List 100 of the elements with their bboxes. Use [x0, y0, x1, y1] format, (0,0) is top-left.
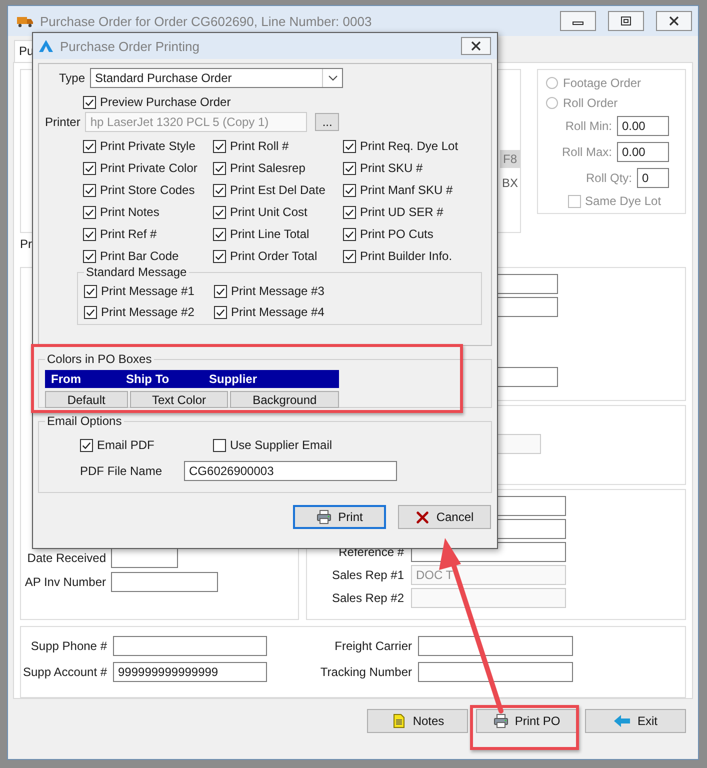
checkbox[interactable] — [343, 184, 356, 196]
field-label: Freight Carrier — [334, 639, 412, 654]
checkbox[interactable] — [84, 284, 97, 298]
color-button[interactable]: Default — [45, 391, 128, 408]
notes-button[interactable]: Notes — [367, 709, 468, 733]
checkbox[interactable] — [83, 250, 96, 262]
hotkey-label: F8 — [500, 150, 520, 168]
checkbox[interactable] — [343, 140, 356, 152]
window-title: Purchase Order for Order CG602690, Line Number: 0003 — [40, 14, 373, 28]
preview-label: From — [50, 372, 82, 386]
checkbox-label: Print PO Cuts — [360, 227, 434, 241]
print-button[interactable]: Print PO — [476, 709, 577, 733]
field-label: Type — [59, 71, 86, 85]
checkbox-label: Print UD SER # — [360, 205, 444, 219]
field-label: Sales Rep #1 — [330, 568, 404, 582]
input-field[interactable]: 999999999999999 — [113, 662, 267, 682]
checkbox[interactable] — [83, 140, 96, 152]
checkbox-label: Print Message #1 — [101, 284, 194, 298]
close-button[interactable] — [656, 11, 692, 31]
close-icon — [668, 16, 680, 26]
checkbox[interactable] — [213, 206, 226, 218]
triangle-logo-icon — [38, 39, 54, 53]
input-field[interactable] — [111, 548, 178, 568]
chevron-icon — [328, 75, 338, 81]
checkbox-label: Print Message #2 — [101, 305, 194, 319]
truck-icon — [16, 14, 34, 28]
checkbox[interactable] — [83, 96, 96, 108]
field-label: AP Inv Number — [24, 575, 106, 590]
browse-button[interactable]: ... — [315, 113, 340, 131]
checkbox[interactable] — [343, 162, 356, 174]
color-button[interactable]: Background — [230, 391, 339, 408]
radio-label: Footage Order — [563, 76, 642, 90]
checkbox-label: Print Line Total — [230, 227, 310, 241]
checkbox[interactable] — [83, 228, 96, 240]
checkbox-label: Print Message #3 — [231, 284, 324, 298]
checkbox[interactable] — [343, 228, 356, 240]
checkbox-label: Same Dye Lot — [585, 194, 662, 208]
checkbox[interactable] — [213, 184, 226, 196]
dialog-title: Purchase Order Printing — [60, 38, 200, 54]
unit-label: BX — [502, 176, 518, 190]
checkbox[interactable] — [213, 250, 226, 262]
checkbox[interactable] — [83, 162, 96, 174]
input-field[interactable] — [111, 572, 218, 592]
close-button[interactable] — [461, 37, 491, 55]
color-button[interactable]: Text Color — [130, 391, 228, 408]
field-label: Supp Phone # — [30, 639, 107, 654]
checkbox-label: Print Roll # — [230, 139, 289, 153]
checkbox-label: Print Builder Info. — [360, 249, 452, 263]
input-field[interactable] — [418, 662, 573, 682]
group-title: Email Options — [45, 414, 124, 428]
field-label: PDF File Name — [80, 464, 162, 478]
checkbox-label: Print Est Del Date — [230, 183, 326, 197]
checkbox[interactable] — [213, 228, 226, 240]
input-field[interactable] — [113, 636, 267, 656]
checkbox[interactable] — [83, 184, 96, 196]
printer-icon — [316, 509, 332, 525]
maximize-button[interactable] — [608, 11, 644, 31]
preview-label: Supplier — [208, 372, 258, 386]
printer-icon — [492, 713, 509, 729]
checkbox-label: Print Message #4 — [231, 305, 324, 319]
group-title: Standard Message — [84, 265, 189, 279]
field-label: Sales Rep #2 — [330, 591, 404, 606]
checkbox[interactable] — [214, 306, 227, 318]
checkbox[interactable] — [213, 140, 226, 152]
type-dropdown[interactable]: Standard Purchase Order — [90, 68, 344, 88]
checkbox-label: Print Bar Code — [100, 249, 179, 263]
checkbox-label: Print Salesrep — [230, 161, 306, 175]
field-label: Date Received — [26, 551, 106, 566]
left-arrow-icon — [613, 713, 632, 729]
checkbox[interactable] — [343, 250, 356, 262]
checkbox-label: Print Store Codes — [100, 183, 195, 197]
checkbox[interactable] — [80, 438, 93, 452]
checkbox-label: Email PDF — [97, 438, 154, 452]
checkbox[interactable] — [213, 162, 226, 174]
checkbox-label: Print Unit Cost — [230, 205, 308, 219]
checkbox-label: Print Order Total — [230, 249, 318, 263]
checkbox-label: Print Private Color — [100, 161, 198, 175]
field-label: Tracking Number — [319, 665, 412, 680]
input-field[interactable] — [418, 636, 573, 656]
checkbox-label: Print Notes — [100, 205, 160, 219]
minimize-button[interactable] — [560, 11, 596, 31]
checkbox[interactable] — [343, 206, 356, 218]
field-label: Printer — [45, 115, 80, 129]
cancel-button[interactable]: Cancel — [398, 505, 491, 529]
exit-button[interactable]: Exit — [585, 709, 686, 733]
checkbox[interactable] — [213, 438, 226, 452]
print-button[interactable]: Print — [293, 505, 386, 529]
checkbox-label: Preview Purchase Order — [100, 95, 231, 109]
radio-label: Roll Order — [563, 96, 618, 110]
checkbox-label: Print Private Style — [100, 139, 196, 153]
close-icon — [470, 41, 482, 51]
checkbox-label: Print Manf SKU # — [360, 183, 453, 197]
input-field[interactable]: CG6026900003 — [184, 461, 398, 481]
section-label: Pr — [20, 237, 32, 252]
checkbox[interactable] — [84, 306, 97, 318]
field-label: Roll Min: — [565, 119, 612, 133]
checkbox[interactable] — [83, 206, 96, 218]
restore-icon — [620, 16, 632, 26]
note-icon — [390, 713, 407, 729]
checkbox[interactable] — [214, 284, 227, 298]
